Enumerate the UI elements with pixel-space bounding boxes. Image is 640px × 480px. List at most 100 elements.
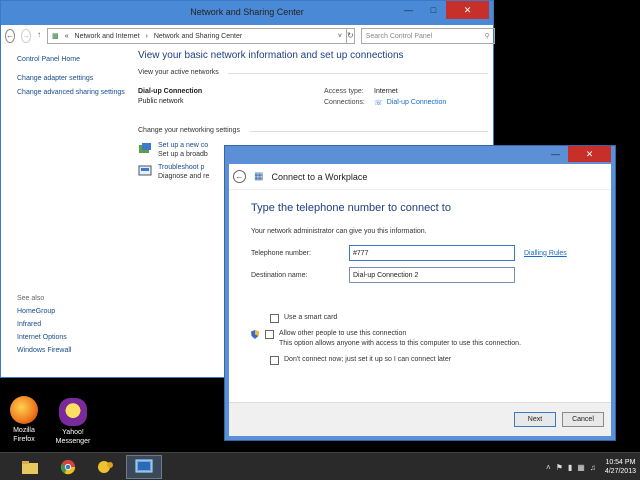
flag-icon[interactable]: ⚑	[556, 463, 563, 472]
allow-others-checkbox-row[interactable]: Allow other people to use this connectio…	[251, 329, 589, 349]
dialog-footer: Next Cancel	[229, 402, 611, 436]
yahoo-messenger-icon	[59, 398, 87, 426]
change-settings-section: Change your networking settings	[138, 127, 488, 134]
access-type-label: Access type:	[324, 88, 364, 95]
dialog-body: Type the telephone number to connect to …	[229, 190, 611, 402]
chevron-down-icon[interactable]: ˅	[338, 33, 342, 40]
cancel-button[interactable]: Cancel	[562, 412, 604, 427]
dont-connect-checkbox-row[interactable]: Don't connect now; just set it up so I c…	[270, 355, 589, 365]
telephone-number-input[interactable]: #777	[349, 245, 515, 261]
back-arrow-icon[interactable]: ←	[5, 29, 15, 43]
uac-shield-icon	[251, 330, 259, 339]
smart-card-checkbox[interactable]	[270, 314, 279, 323]
system-tray: ˄ ⚑ ▮ ▦ ♫ 10:54 PM 4/27/2013	[546, 455, 636, 479]
smart-card-checkbox-row[interactable]: Use a smart card	[270, 313, 589, 323]
dont-connect-checkbox[interactable]	[270, 356, 279, 365]
connect-workplace-dialog: — ✕ ← ▦ Connect to a Workplace Type the …	[224, 145, 616, 441]
chrome-icon	[60, 459, 76, 475]
network-name: Dial-up Connection	[138, 88, 203, 95]
back-arrow-icon[interactable]: ←	[233, 170, 246, 183]
dialing-rules-link[interactable]: Dialling Rules	[524, 250, 567, 257]
desktop-icon-label: Mozilla	[13, 427, 35, 434]
workplace-icon: ▦	[254, 171, 264, 182]
internet-options-link[interactable]: Internet Options	[17, 334, 127, 341]
section-divider	[250, 131, 488, 132]
next-button[interactable]: Next	[514, 412, 556, 427]
troubleshoot-link[interactable]: Troubleshoot p	[158, 164, 209, 171]
firefox-icon	[10, 396, 38, 424]
windows-firewall-link[interactable]: Windows Firewall	[17, 347, 127, 354]
search-input[interactable]: Search Control Panel ⚲	[360, 28, 495, 44]
connections-label: Connections:	[324, 99, 365, 106]
folder-icon	[22, 461, 38, 474]
minimize-button[interactable]: —	[543, 146, 568, 162]
clock-date: 4/27/2013	[604, 468, 636, 475]
allow-others-label: Allow other people to use this connectio…	[279, 330, 407, 337]
smart-card-label: Use a smart card	[284, 314, 338, 321]
breadcrumb-item[interactable]: Network and Internet	[75, 33, 140, 40]
network-icon[interactable]: ▦	[577, 463, 585, 472]
network-folder-icon: ▩	[52, 33, 59, 40]
taskbar-chrome[interactable]	[50, 455, 86, 479]
change-adapter-settings-link[interactable]: Change adapter settings	[17, 74, 127, 83]
control-panel-home-link[interactable]: Control Panel Home	[17, 55, 127, 64]
destination-label: Destination name:	[251, 271, 308, 279]
dialog-titlebar[interactable]: — ✕	[225, 146, 615, 164]
clock-time: 10:54 PM	[605, 459, 636, 466]
close-button[interactable]: ✕	[568, 146, 611, 162]
close-button[interactable]: ✕	[446, 1, 489, 19]
dialup-icon: ☏	[374, 100, 383, 107]
infrared-link[interactable]: Infrared	[17, 321, 127, 328]
desktop-icon-label: Messenger	[55, 438, 91, 445]
dialog-content: ← ▦ Connect to a Workplace Type the tele…	[229, 164, 611, 436]
telephone-label: Telephone number:	[251, 249, 311, 257]
telephone-row: Telephone number: #777 Dialling Rules	[251, 245, 589, 261]
section-divider	[228, 73, 488, 74]
desktop-icon-yahoo-messenger[interactable]: Yahoo! Messenger	[51, 398, 95, 446]
taskbar-yahoo-messenger[interactable]	[88, 455, 124, 479]
dialog-heading: Type the telephone number to connect to	[251, 202, 451, 214]
connection-link[interactable]: Dial-up Connection	[387, 99, 447, 107]
clock[interactable]: 10:54 PM 4/27/2013	[605, 458, 636, 476]
maximize-button[interactable]: □	[421, 1, 446, 19]
setup-connection-desc: Set up a broadb	[158, 151, 208, 158]
allow-others-checkbox[interactable]	[265, 330, 274, 339]
dialog-header: ← ▦ Connect to a Workplace	[229, 164, 611, 190]
forward-arrow-icon[interactable]: →	[21, 29, 31, 43]
search-placeholder: Search Control Panel	[365, 32, 433, 40]
address-bar[interactable]: ▩ « Network and Internet › Network and S…	[47, 28, 347, 44]
active-networks-section: View your active networks	[138, 69, 488, 76]
breadcrumb-separator: «	[64, 32, 69, 40]
breadcrumb-item[interactable]: Network and Sharing Center	[154, 33, 242, 40]
taskbar-file-explorer[interactable]	[12, 455, 48, 479]
taskbar-network-center[interactable]	[126, 455, 162, 479]
dialog-info-text: Your network administrator can give you …	[251, 228, 427, 235]
section-header: Change your networking settings	[138, 127, 240, 134]
setup-connection-link[interactable]: Set up a new co	[158, 142, 208, 149]
access-type-value: Internet	[374, 88, 398, 95]
left-pane: Control Panel Home Change adapter settin…	[17, 55, 127, 102]
navigation-bar: ← → ↑ ▩ « Network and Internet › Network…	[1, 25, 495, 47]
new-connection-icon	[139, 143, 151, 153]
volume-icon[interactable]: ♫	[590, 463, 596, 472]
dialog-title: Connect to a Workplace	[271, 171, 368, 182]
network-type: Public network	[138, 98, 184, 105]
dont-connect-label: Don't connect now; just set it up so I c…	[284, 356, 452, 363]
window-titlebar[interactable]: Network and Sharing Center — □ ✕	[1, 1, 493, 25]
chevron-right-icon: ›	[145, 32, 148, 40]
desktop-icon-label: Yahoo!	[62, 429, 84, 436]
homegroup-link[interactable]: HomeGroup	[17, 308, 127, 315]
change-advanced-sharing-link[interactable]: Change advanced sharing settings	[17, 88, 127, 97]
taskbar: ˄ ⚑ ▮ ▦ ♫ 10:54 PM 4/27/2013	[0, 452, 640, 480]
chevron-up-icon[interactable]: ˄	[546, 463, 551, 472]
desktop-icon-firefox[interactable]: Mozilla Firefox	[2, 396, 46, 444]
battery-icon[interactable]: ▮	[568, 463, 572, 472]
refresh-icon[interactable]: ↻	[346, 28, 355, 44]
minimize-button[interactable]: —	[396, 1, 421, 19]
destination-name-input[interactable]: Dial-up Connection 2	[349, 267, 515, 283]
see-also-pane: See also HomeGroup Infrared Internet Opt…	[17, 295, 127, 360]
up-arrow-icon[interactable]: ↑	[37, 29, 41, 43]
page-title: View your basic network information and …	[138, 50, 404, 61]
see-also-header: See also	[17, 295, 45, 302]
allow-others-description: This option allows anyone with access to…	[279, 340, 522, 347]
